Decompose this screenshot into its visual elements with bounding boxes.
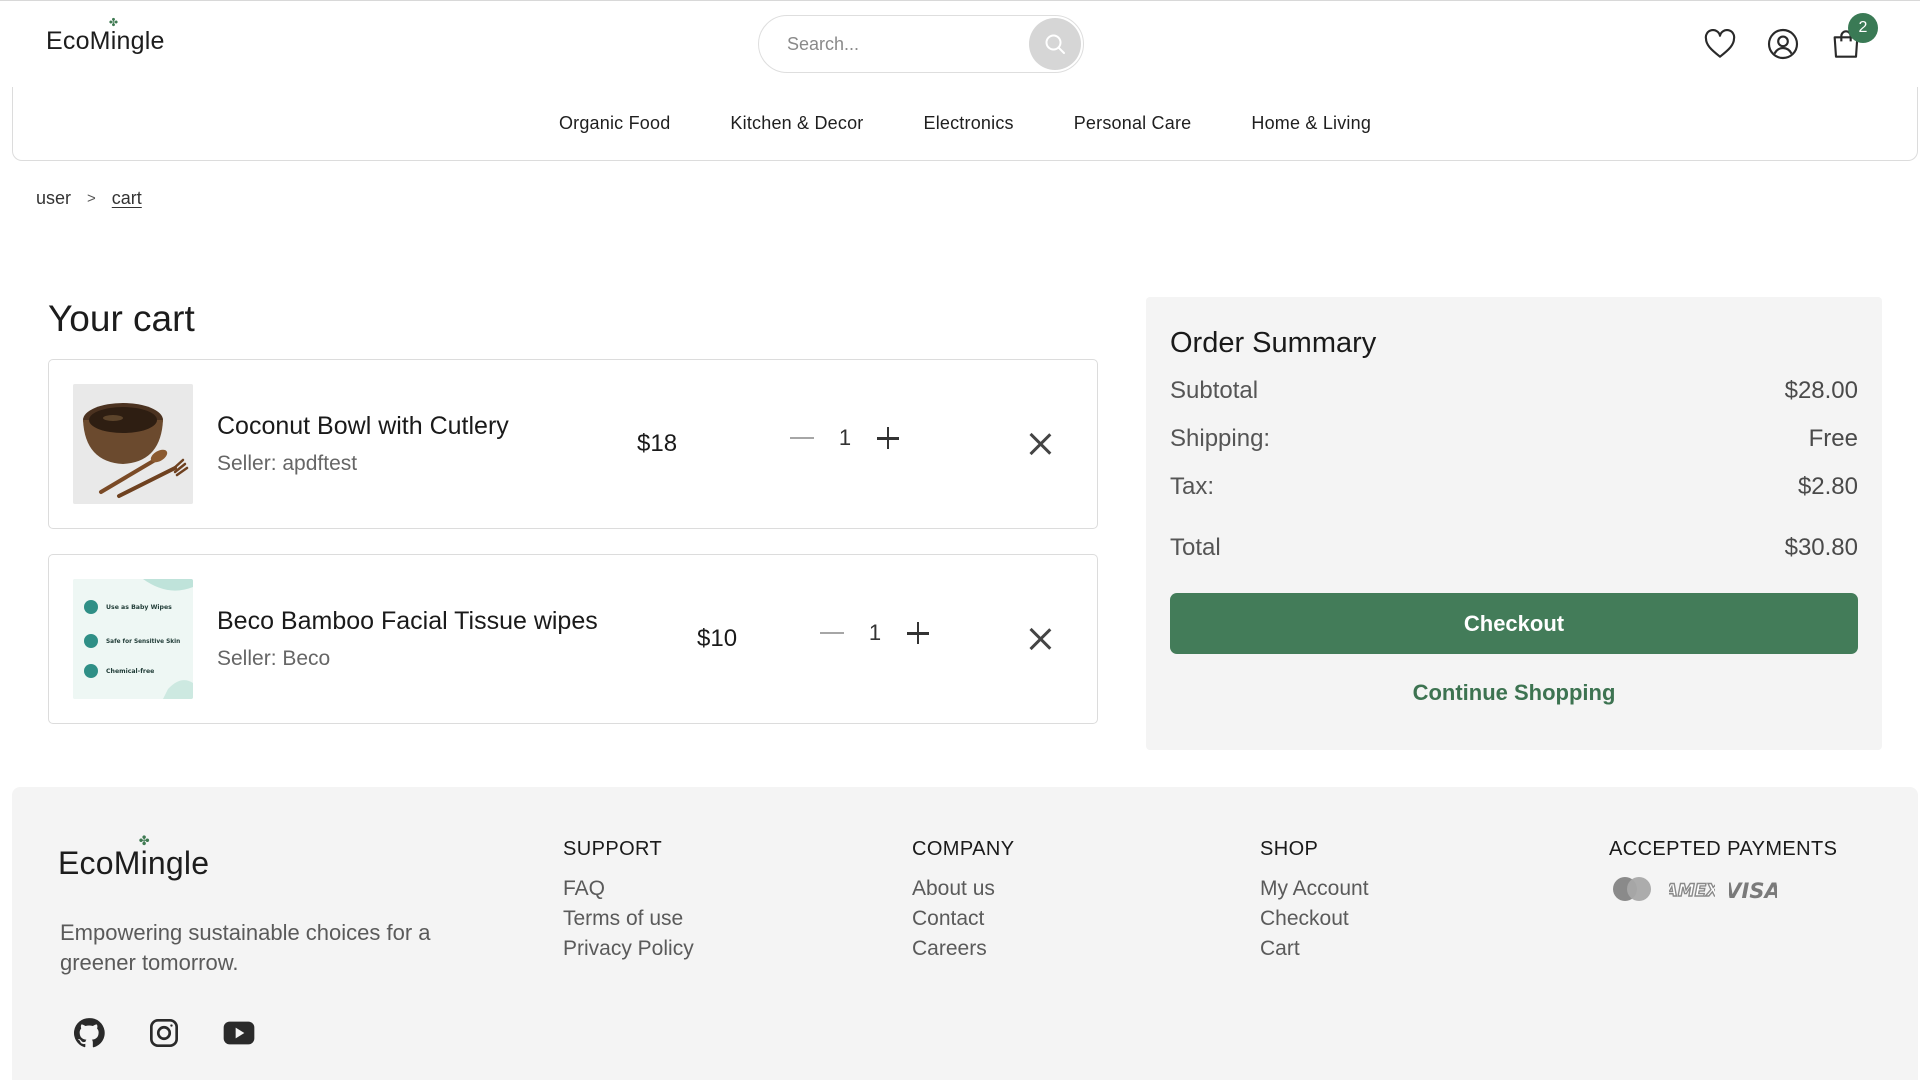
quantity-stepper: 1 [790, 424, 902, 452]
total-label: Total [1170, 534, 1221, 561]
github-link[interactable] [72, 1016, 106, 1050]
summary-title: Order Summary [1170, 327, 1377, 359]
wishlist-button[interactable] [1703, 27, 1737, 61]
shop-heading: SHOP [1260, 838, 1319, 860]
remove-item-button[interactable] [1027, 625, 1055, 653]
youtube-link[interactable] [222, 1016, 256, 1050]
subtotal-row: Subtotal $28.00 [1170, 377, 1858, 405]
user-icon [1767, 28, 1799, 60]
search-button[interactable] [1029, 18, 1081, 70]
checkout-link[interactable]: Checkout [1260, 904, 1369, 934]
nav-kitchen-decor[interactable]: Kitchen & Decor [730, 113, 863, 134]
total-value: $30.80 [1784, 534, 1858, 561]
amex-text: AMEX [1669, 881, 1715, 901]
tax-row: Tax: $2.80 [1170, 473, 1858, 501]
product-image[interactable] [73, 384, 193, 504]
visa-icon: VISA [1729, 879, 1777, 903]
nav-home-living[interactable]: Home & Living [1251, 113, 1371, 134]
github-icon [73, 1018, 105, 1048]
product-name[interactable]: Beco Bamboo Facial Tissue wipes [217, 607, 598, 636]
search-bar [758, 15, 1084, 73]
quantity-stepper: 1 [820, 619, 932, 647]
subtotal-value: $28.00 [1784, 377, 1858, 404]
checkout-button[interactable]: Checkout [1170, 593, 1858, 654]
youtube-icon [223, 1021, 255, 1045]
decrease-quantity-button[interactable] [820, 632, 844, 634]
tissue-wipes-image: Use as Baby Wipes Safe for Sensitive Ski… [73, 579, 193, 699]
cart-link[interactable]: Cart [1260, 934, 1369, 964]
increase-quantity-button[interactable] [874, 424, 902, 452]
search-input[interactable] [787, 32, 1007, 56]
footer-shop-column: SHOP My Account Checkout Cart [1260, 838, 1369, 964]
cart-item: Coconut Bowl with Cutlery Seller: apdfte… [48, 359, 1098, 529]
mastercard-icon [1613, 877, 1651, 901]
careers-link[interactable]: Careers [912, 934, 1014, 964]
privacy-link[interactable]: Privacy Policy [563, 934, 694, 964]
nav-electronics[interactable]: Electronics [923, 113, 1013, 134]
product-name[interactable]: Coconut Bowl with Cutlery [217, 412, 509, 441]
increase-quantity-button[interactable] [904, 619, 932, 647]
quantity-value: 1 [868, 620, 882, 645]
footer-support-column: SUPPORT FAQ Terms of use Privacy Policy [563, 838, 694, 964]
about-link[interactable]: About us [912, 874, 1014, 904]
support-heading: SUPPORT [563, 838, 663, 860]
shipping-label: Shipping: [1170, 425, 1271, 452]
nav-organic-food[interactable]: Organic Food [559, 113, 670, 134]
payments-heading: ACCEPTED PAYMENTS [1609, 838, 1838, 860]
instagram-icon [150, 1019, 178, 1047]
continue-shopping-link[interactable]: Continue Shopping [1170, 680, 1858, 706]
product-seller: Seller: apdftest [217, 452, 358, 475]
terms-link[interactable]: Terms of use [563, 904, 694, 934]
footer-company-column: COMPANY About us Contact Careers [912, 838, 1014, 964]
order-summary: Order Summary Subtotal $28.00 Shipping: … [1146, 297, 1882, 750]
instagram-link[interactable] [147, 1016, 181, 1050]
footer-tagline: Empowering sustainable choices for a gre… [60, 920, 431, 975]
cart-count-badge: 2 [1848, 13, 1878, 43]
product-price: $18 [637, 430, 678, 457]
shipping-value: Free [1808, 425, 1858, 452]
quantity-value: 1 [838, 425, 852, 450]
image-label-1: Use as Baby Wipes [106, 604, 172, 611]
contact-link[interactable]: Contact [912, 904, 1014, 934]
cart-item: Use as Baby Wipes Safe for Sensitive Ski… [48, 554, 1098, 724]
my-account-link[interactable]: My Account [1260, 874, 1369, 904]
breadcrumb: user > cart [36, 188, 142, 209]
tax-value: $2.80 [1797, 473, 1858, 500]
subtotal-label: Subtotal [1170, 377, 1259, 404]
payment-icons: AMEX VISA [1609, 874, 1837, 904]
visa-text: VISA [1729, 879, 1777, 903]
category-nav: Organic Food Kitchen & Decor Electronics… [12, 87, 1918, 161]
search-icon [1045, 34, 1065, 54]
tax-label: Tax: [1170, 473, 1215, 500]
footer-logo[interactable]: EcoMi ✤ ngle [58, 834, 209, 882]
page-title: Your cart [48, 298, 195, 339]
decrease-quantity-button[interactable] [790, 437, 814, 439]
nav-personal-care[interactable]: Personal Care [1074, 113, 1192, 134]
site-footer: EcoMi ✤ ngle Empowering sustainable choice… [12, 787, 1918, 1080]
amex-icon: AMEX [1669, 880, 1715, 901]
social-links [72, 1016, 256, 1050]
account-button[interactable] [1766, 27, 1800, 61]
total-row: Total $30.80 [1170, 534, 1858, 562]
heart-icon [1704, 29, 1736, 58]
breadcrumb-separator: > [87, 190, 96, 207]
breadcrumb-cart[interactable]: cart [112, 188, 142, 209]
image-label-3: Chemical-free [106, 668, 154, 675]
faq-link[interactable]: FAQ [563, 874, 694, 904]
logo[interactable]: EcoMi ✤ ngle [46, 18, 165, 56]
company-heading: COMPANY [912, 838, 1015, 860]
shipping-row: Shipping: Free [1170, 425, 1858, 453]
product-image[interactable]: Use as Baby Wipes Safe for Sensitive Ski… [73, 579, 193, 699]
remove-item-button[interactable] [1027, 430, 1055, 458]
product-seller: Seller: Beco [217, 647, 331, 670]
footer-payments-column: ACCEPTED PAYMENTS AMEX VISA [1609, 838, 1837, 904]
product-price: $10 [697, 625, 738, 652]
site-header: EcoMi✤ngle 2 [0, 1, 1920, 87]
coconut-bowl-image [73, 384, 193, 504]
image-label-2: Safe for Sensitive Skin [106, 639, 180, 645]
breadcrumb-user[interactable]: user [36, 188, 71, 209]
